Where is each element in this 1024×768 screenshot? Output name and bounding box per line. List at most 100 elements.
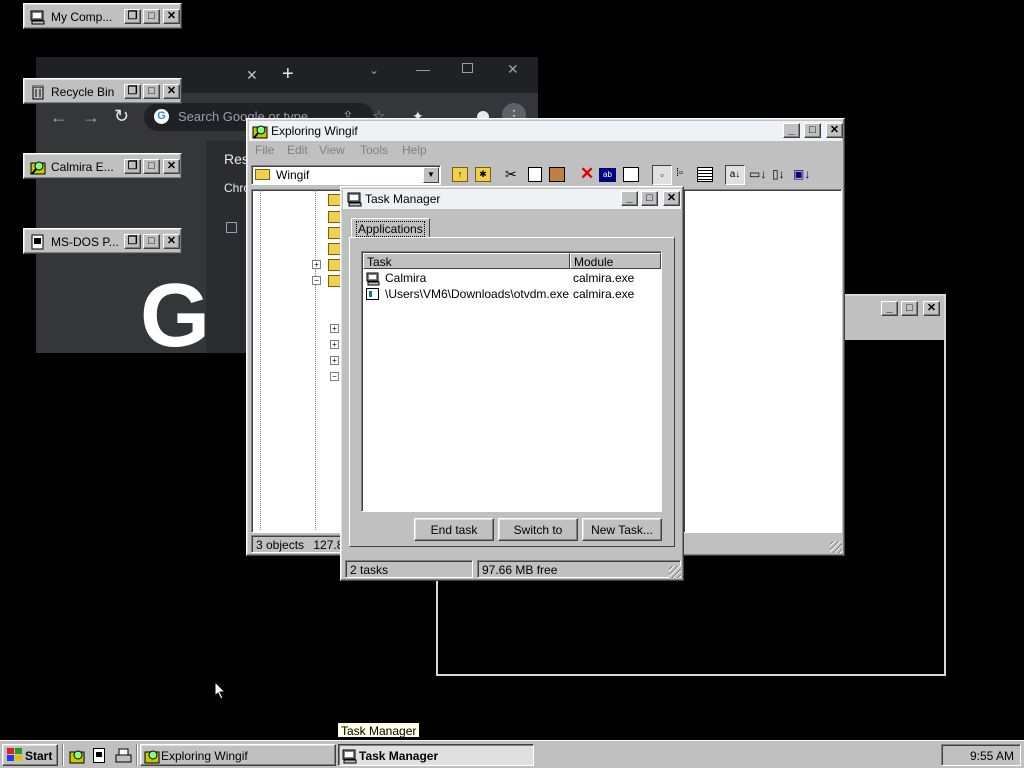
taskbar-item-exploring-wingif[interactable]: Exploring Wingif [140, 744, 336, 766]
taskbar-item-label: Exploring Wingif [161, 749, 248, 763]
large-icons-view-icon[interactable]: ▫ [652, 165, 672, 185]
status-memory: 97.66 MB free [477, 560, 681, 578]
menu-view[interactable]: View [319, 143, 345, 157]
explorer-titlebar[interactable]: Exploring Wingif _ □ ✕ [249, 121, 843, 142]
menu-help[interactable]: Help [402, 143, 427, 157]
close-button[interactable]: ✕ [163, 84, 180, 99]
chevron-down-icon[interactable]: ▼ [423, 167, 439, 183]
cut-icon[interactable]: ✂ [505, 166, 517, 183]
maximize-button[interactable]: □ [641, 191, 658, 206]
quicklaunch-printer-icon[interactable] [115, 748, 132, 767]
task-buttons-divider [136, 744, 138, 766]
sort-by-date-icon[interactable]: ▣↓ [793, 167, 810, 181]
minimized-my-computer[interactable]: My Comp... ❐ □ ✕ [23, 3, 182, 29]
back-icon[interactable]: ← [50, 107, 68, 128]
tab-close-icon[interactable]: ✕ [246, 67, 258, 84]
path-combobox[interactable]: Wingif ▼ [251, 165, 441, 185]
recycle-bin-icon [30, 84, 46, 100]
task-manager-titlebar[interactable]: Task Manager _ □ ✕ [343, 189, 681, 209]
close-button[interactable]: ✕ [663, 191, 680, 206]
file-list-pane[interactable] [683, 189, 842, 533]
maximize-button[interactable]: □ [143, 159, 160, 174]
minimized-calmira-explorer[interactable]: Calmira E... ❐ □ ✕ [23, 153, 182, 179]
chrome-minimize-icon[interactable]: — [416, 61, 430, 77]
table-row[interactable]: \Users\VM6\Downloads\otvdm.exe C:\ calmi… [363, 286, 661, 302]
minimized-recycle-bin[interactable]: Recycle Bin ❐ □ ✕ [23, 78, 182, 104]
table-row[interactable]: Calmira calmira.exe [363, 270, 661, 286]
minimize-button[interactable]: _ [783, 123, 800, 138]
folder-tree-pane[interactable]: + − + + + − [251, 189, 345, 533]
quicklaunch-document-icon[interactable] [93, 748, 105, 763]
tab-applications[interactable]: Applications [351, 218, 430, 238]
close-button[interactable]: ✕ [923, 301, 940, 316]
maximize-button[interactable]: □ [804, 123, 821, 138]
minimize-button[interactable]: _ [621, 191, 638, 206]
maximize-button[interactable]: □ [143, 84, 160, 99]
paste-icon[interactable] [549, 167, 565, 182]
delete-icon[interactable]: ✕ [580, 164, 594, 184]
maximize-button[interactable]: □ [143, 9, 160, 24]
sort-by-name-icon[interactable]: a↓ [725, 165, 745, 185]
menu-edit[interactable]: Edit [287, 143, 308, 157]
small-icons-view-icon[interactable]: ⁞▫ [676, 167, 683, 179]
expand-icon[interactable]: + [330, 356, 339, 365]
taskbar-item-task-manager[interactable]: Task Manager [338, 744, 534, 766]
status-tasks: 2 tasks [345, 560, 473, 578]
explorer-magnifier-icon [252, 123, 268, 142]
forward-icon[interactable]: → [82, 107, 100, 128]
menu-tools[interactable]: Tools [360, 143, 388, 157]
expand-icon[interactable]: + [312, 260, 321, 269]
taskbar: Start Exploring Wingif Task Manager 9:55… [0, 740, 1024, 768]
column-header-module[interactable]: Module [570, 253, 661, 269]
computer-icon [30, 9, 46, 25]
collapse-icon[interactable]: − [312, 276, 321, 285]
properties-icon[interactable] [623, 167, 639, 182]
column-header-task[interactable]: Task [363, 253, 570, 269]
clock[interactable]: 9:55 AM [970, 749, 1014, 763]
reload-icon[interactable]: ↻ [114, 106, 129, 127]
switch-to-button[interactable]: Switch to [498, 518, 578, 541]
tab-applications-label: Applications [356, 221, 425, 237]
task-manager-icon [342, 748, 358, 767]
chrome-checkbox[interactable] [226, 222, 237, 233]
restore-button[interactable]: ❐ [124, 9, 141, 24]
rename-icon[interactable]: ab [599, 168, 616, 182]
close-button[interactable]: ✕ [163, 159, 180, 174]
close-button[interactable]: ✕ [826, 123, 843, 138]
tab-search-icon[interactable]: ⌄ [369, 63, 379, 77]
up-folder-icon[interactable]: ↑ [452, 167, 468, 182]
details-view-icon[interactable] [697, 167, 713, 182]
menu-file[interactable]: File [255, 143, 274, 157]
maximize-button[interactable]: □ [901, 301, 918, 316]
chrome-maximize-icon[interactable] [462, 63, 473, 73]
sort-by-size-icon[interactable]: ▯↓ [772, 167, 785, 181]
sort-by-type-icon[interactable]: ▭↓ [749, 167, 766, 181]
task-name: \Users\VM6\Downloads\otvdm.exe C:\ [385, 287, 571, 301]
quicklaunch-explorer-icon[interactable] [69, 748, 85, 767]
task-list[interactable]: Task Module Calmira calmira.exe \Users\V… [361, 251, 662, 512]
close-button[interactable]: ✕ [163, 234, 180, 249]
new-tab-button[interactable]: + [282, 63, 294, 86]
explorer-magnifier-icon [144, 748, 160, 767]
collapse-icon[interactable]: − [330, 372, 339, 381]
copy-icon[interactable] [528, 167, 542, 182]
start-button[interactable]: Start [2, 744, 58, 766]
restore-button[interactable]: ❐ [124, 159, 141, 174]
minimize-button[interactable]: _ [881, 301, 898, 316]
minimized-ms-dos-prompt[interactable]: MS-DOS P... ❐ □ ✕ [23, 228, 182, 254]
task-module: calmira.exe [573, 287, 635, 301]
resize-grip-icon[interactable] [669, 566, 681, 578]
task-manager-window[interactable]: Task Manager _ □ ✕ Applications Task Mod… [340, 186, 684, 581]
close-button[interactable]: ✕ [163, 9, 180, 24]
end-task-button[interactable]: End task [414, 518, 494, 541]
expand-icon[interactable]: + [330, 324, 339, 333]
new-task-button[interactable]: New Task... [582, 518, 662, 541]
resize-grip-icon[interactable] [830, 541, 842, 553]
chrome-close-icon[interactable]: ✕ [507, 61, 519, 78]
expand-icon[interactable]: + [330, 340, 339, 349]
restore-button[interactable]: ❐ [124, 84, 141, 99]
maximize-button[interactable]: □ [143, 234, 160, 249]
restore-button[interactable]: ❐ [124, 234, 141, 249]
new-folder-icon[interactable]: ✱ [475, 167, 491, 182]
column-header-task-label: Task [367, 255, 392, 269]
